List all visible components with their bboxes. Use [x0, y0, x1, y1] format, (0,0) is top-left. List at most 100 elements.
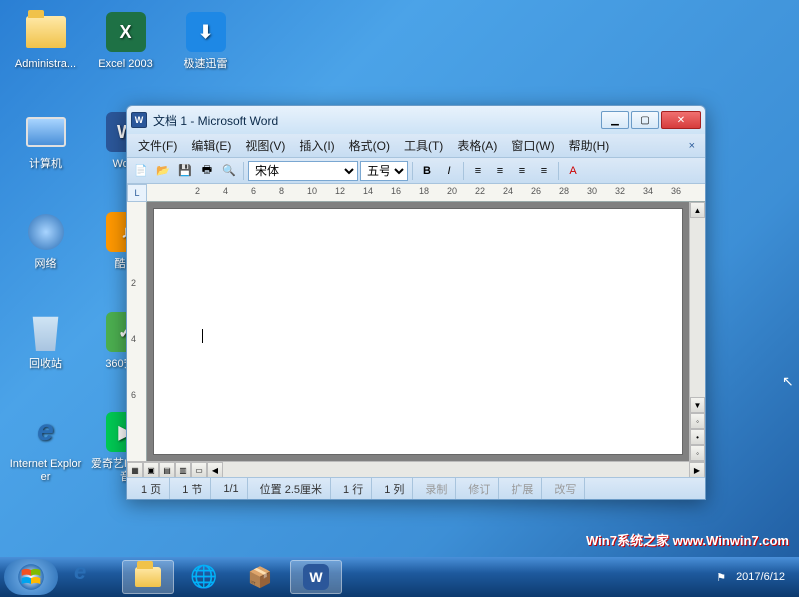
maximize-button[interactable]: ▢	[631, 111, 659, 129]
ruler-tick: 20	[447, 186, 457, 196]
outline-view-button[interactable]: ▥	[175, 462, 191, 478]
menu-help[interactable]: 帮助(H)	[562, 135, 617, 156]
preview-button[interactable]: 🔍	[219, 161, 239, 181]
word-window: W 文档 1 - Microsoft Word ▁ ▢ ✕ 文件(F)编辑(E)…	[126, 105, 706, 500]
icon-label: Administra...	[8, 58, 83, 71]
font-select[interactable]: 宋体	[248, 161, 358, 181]
desktop-icon-ie[interactable]: eInternet Explorer	[8, 408, 83, 484]
word-icon: W	[131, 112, 147, 128]
menu-view[interactable]: 视图(V)	[238, 135, 292, 156]
horizontal-scroll-track[interactable]	[223, 462, 689, 477]
bold-button[interactable]: B	[417, 161, 437, 181]
ruler-tick: 14	[363, 186, 373, 196]
menu-edit[interactable]: 编辑(E)	[184, 135, 238, 156]
close-button[interactable]: ✕	[661, 111, 701, 129]
icon-label: 回收站	[8, 358, 83, 371]
ruler-tick: 26	[531, 186, 541, 196]
bullet-list-button[interactable]: ≡	[534, 161, 554, 181]
italic-button[interactable]: I	[439, 161, 459, 181]
open-button[interactable]: 📂	[153, 161, 173, 181]
browse-object-button[interactable]: •	[690, 429, 705, 445]
status-pages: 1/1	[215, 478, 247, 499]
menu-format[interactable]: 格式(O)	[342, 135, 397, 156]
desktop-icon-xunlei[interactable]: ⬇极速迅雷	[168, 8, 243, 71]
vertical-ruler[interactable]: 246	[127, 202, 147, 461]
archive-icon: 📦	[248, 565, 273, 590]
status-page: 1 页	[133, 478, 170, 499]
ruler-tick: 30	[587, 186, 597, 196]
web-view-button[interactable]: ▣	[143, 462, 159, 478]
align-left-button[interactable]: ≡	[468, 161, 488, 181]
numbered-list-button[interactable]: ≡	[512, 161, 532, 181]
desktop-icon-recycle[interactable]: 回收站	[8, 308, 83, 371]
ruler-tick: 36	[671, 186, 681, 196]
folder-icon	[135, 567, 161, 587]
ruler-tick: 24	[503, 186, 513, 196]
align-center-button[interactable]: ≡	[490, 161, 510, 181]
taskbar-winrar[interactable]: 📦	[234, 560, 286, 594]
ie-icon: e	[22, 408, 70, 456]
desktop-icon-network[interactable]: 网络	[8, 208, 83, 271]
desktop-icon-excel2003[interactable]: XExcel 2003	[88, 8, 163, 71]
document-page[interactable]	[153, 208, 683, 455]
menu-insert[interactable]: 插入(I)	[292, 135, 341, 156]
ruler-tick: 2	[195, 186, 200, 196]
status-position: 位置 2.5厘米	[252, 478, 331, 499]
save-button[interactable]: 💾	[175, 161, 195, 181]
reading-view-button[interactable]: ▭	[191, 462, 207, 478]
separator	[558, 162, 559, 180]
font-color-button[interactable]: A	[563, 161, 583, 181]
scroll-left-button[interactable]: ◀	[207, 462, 223, 478]
prev-page-button[interactable]: ◦	[690, 413, 705, 429]
horizontal-ruler[interactable]: L 24681012141618202224262830323436	[147, 184, 705, 202]
ruler-corner[interactable]: L	[127, 184, 147, 202]
icon-label: Internet Explorer	[8, 458, 83, 484]
print-button[interactable]: 🖶	[197, 161, 217, 181]
horizontal-scrollbar-row: ▦ ▣ ▤ ▥ ▭ ◀ ▶	[127, 461, 705, 477]
window-title: 文档 1 - Microsoft Word	[153, 112, 601, 129]
system-tray[interactable]: ⚑ 2017/6/12	[706, 571, 795, 584]
next-page-button[interactable]: ◦	[690, 445, 705, 461]
scroll-right-button[interactable]: ▶	[689, 462, 705, 478]
scroll-up-button[interactable]: ▲	[690, 202, 705, 218]
menu-file[interactable]: 文件(F)	[131, 135, 184, 156]
taskbar-word[interactable]: W	[290, 560, 342, 594]
icon-label: 极速迅雷	[168, 58, 243, 71]
status-section: 1 节	[174, 478, 211, 499]
minimize-button[interactable]: ▁	[601, 111, 629, 129]
menu-tools[interactable]: 工具(T)	[397, 135, 450, 156]
scroll-track[interactable]	[690, 218, 705, 397]
desktop-icon-administra[interactable]: Administra...	[8, 8, 83, 71]
menu-table[interactable]: 表格(A)	[450, 135, 504, 156]
start-button[interactable]	[4, 559, 58, 595]
tray-flag-icon[interactable]: ⚑	[716, 571, 726, 584]
scroll-down-button[interactable]: ▼	[690, 397, 705, 413]
taskbar-ie[interactable]: e	[66, 560, 118, 594]
status-extend[interactable]: 扩展	[503, 478, 542, 499]
watermark-text: Win7系统之家 www.Winwin7.com	[586, 530, 789, 549]
menu-window[interactable]: 窗口(W)	[504, 135, 561, 156]
word-app-icon: W	[303, 564, 329, 590]
globe-icon	[22, 208, 70, 256]
status-revision[interactable]: 修订	[460, 478, 499, 499]
normal-view-button[interactable]: ▦	[127, 462, 143, 478]
print-view-button[interactable]: ▤	[159, 462, 175, 478]
vertical-scrollbar[interactable]: ▲ ▼ ◦ • ◦	[689, 202, 705, 461]
menu-close-help[interactable]: ×	[683, 140, 701, 152]
ruler-tick: 28	[559, 186, 569, 196]
taskbar-explorer[interactable]	[122, 560, 174, 594]
title-bar[interactable]: W 文档 1 - Microsoft Word ▁ ▢ ✕	[127, 106, 705, 134]
taskbar-360browser[interactable]: 🌐	[178, 560, 230, 594]
font-size-select[interactable]: 五号	[360, 161, 408, 181]
separator	[243, 162, 244, 180]
taskbar[interactable]: e 🌐 📦 W ⚑ 2017/6/12	[0, 557, 799, 597]
windows-logo-icon	[17, 563, 45, 591]
desktop-icon-computer[interactable]: 计算机	[8, 108, 83, 171]
ruler-tick: 12	[335, 186, 345, 196]
status-overwrite[interactable]: 改写	[546, 478, 585, 499]
bin-icon	[22, 308, 70, 356]
tray-date[interactable]: 2017/6/12	[736, 571, 785, 583]
separator	[412, 162, 413, 180]
new-doc-button[interactable]: 📄	[131, 161, 151, 181]
status-record[interactable]: 录制	[417, 478, 456, 499]
